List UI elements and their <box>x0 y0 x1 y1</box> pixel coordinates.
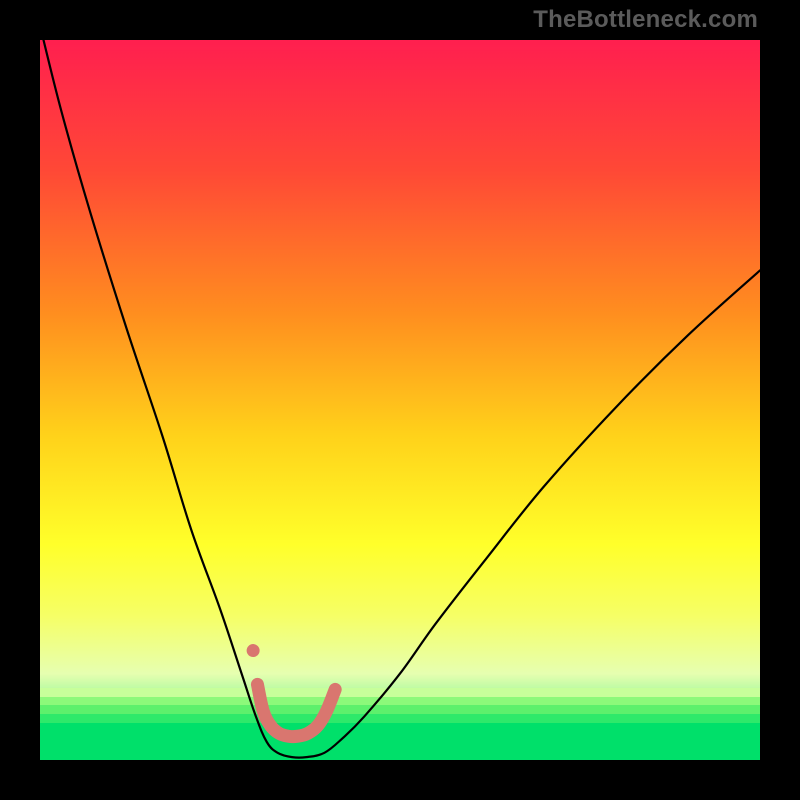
threshold-marker <box>257 684 335 736</box>
chart-frame: TheBottleneck.com <box>0 0 800 800</box>
curve-layer <box>40 40 760 760</box>
watermark-text: TheBottleneck.com <box>533 6 758 34</box>
plot-area <box>40 40 760 760</box>
threshold-marker-dot <box>247 644 260 657</box>
bottleneck-curve <box>40 40 760 758</box>
